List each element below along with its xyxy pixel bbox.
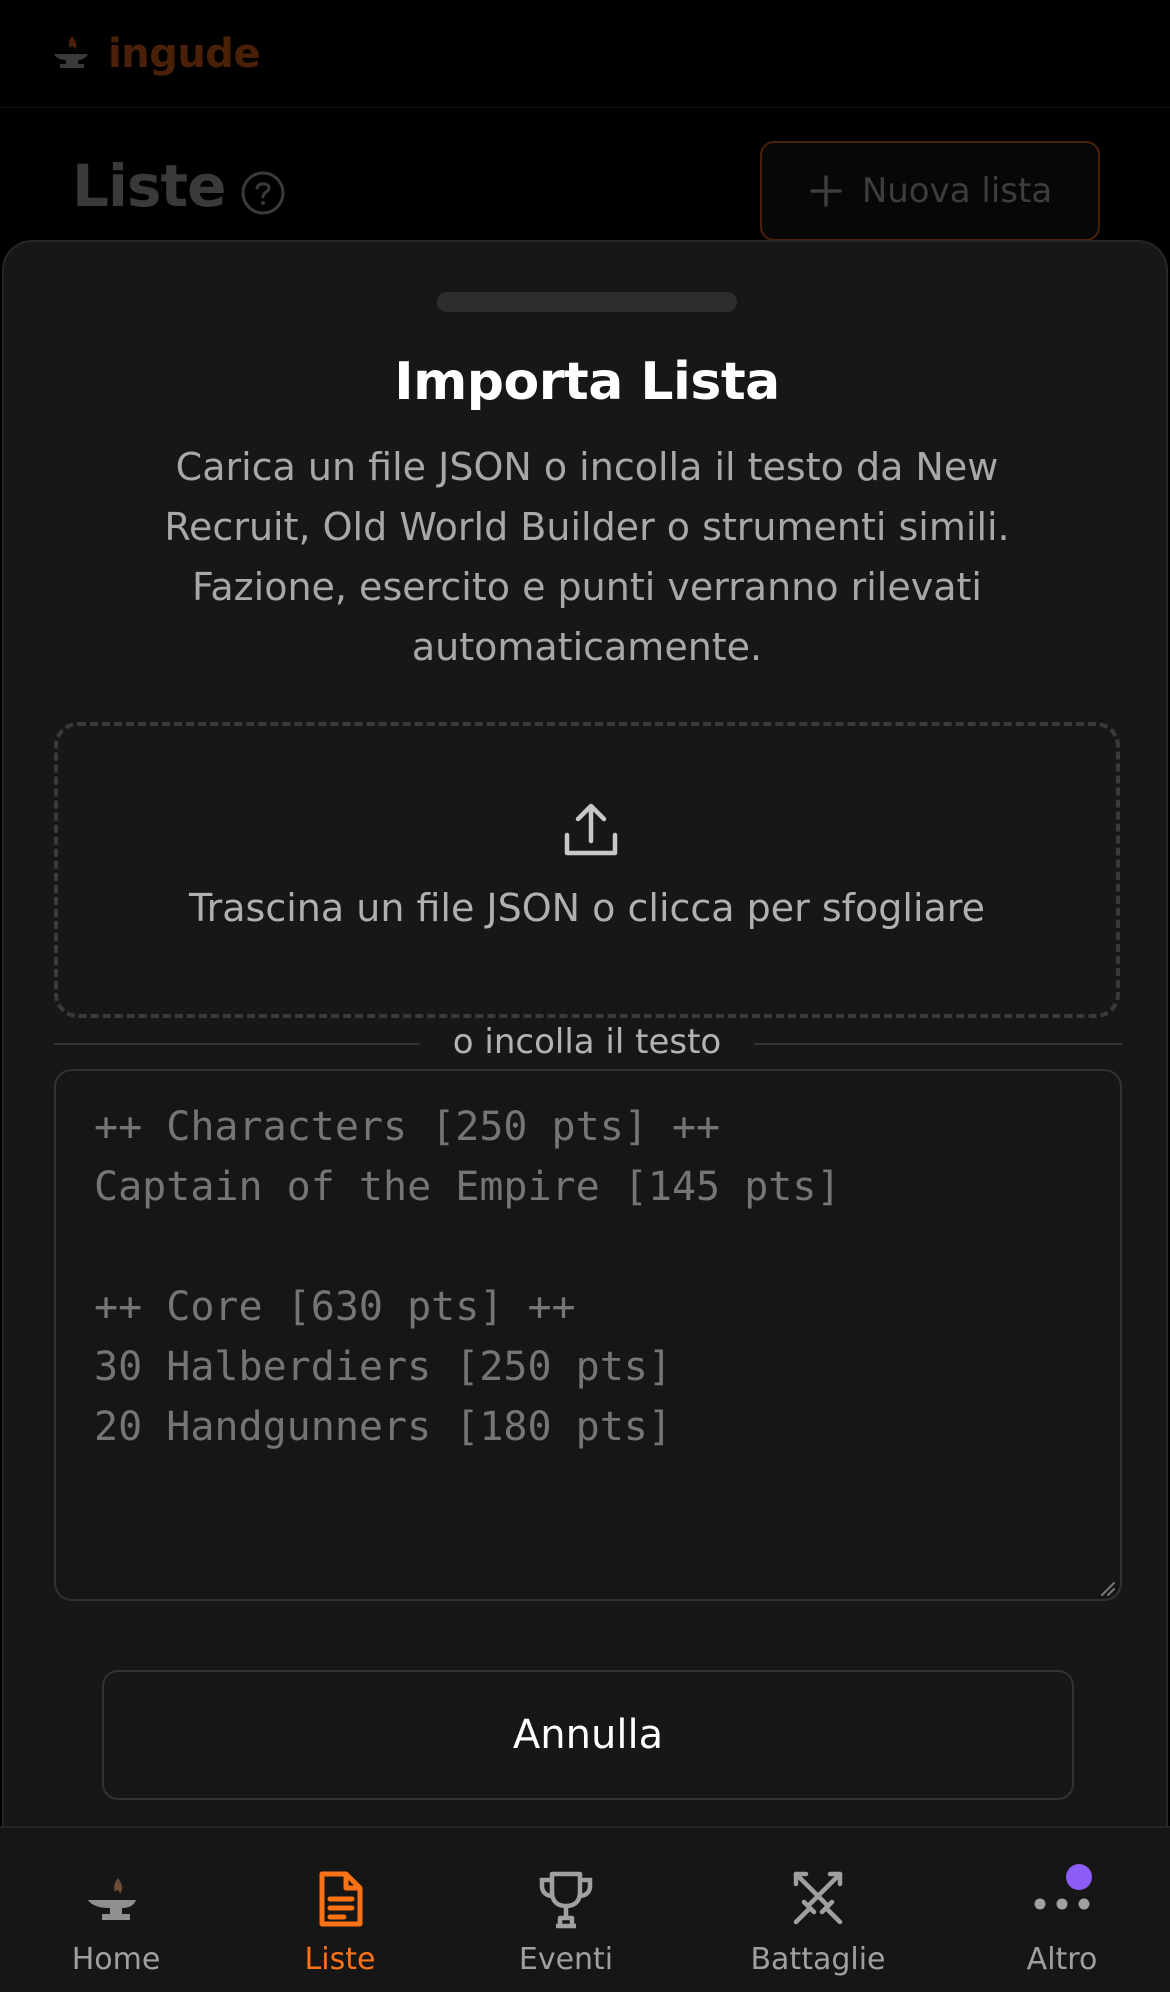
nav-label-liste: Liste xyxy=(304,1942,376,1977)
sheet-drag-handle[interactable] xyxy=(437,292,737,312)
divider-line-right xyxy=(754,1043,1122,1045)
dropzone-label: Trascina un file JSON o clicca per sfogl… xyxy=(189,886,985,930)
brand[interactable]: ingude xyxy=(48,30,261,78)
page-title: Liste xyxy=(72,152,226,220)
app-root: ingude Liste Nuova lista Importa Lista C… xyxy=(0,0,1170,1992)
top-bar: ingude xyxy=(0,0,1170,108)
question-circle-icon[interactable] xyxy=(240,170,286,216)
nav-item-eventi[interactable]: Eventi xyxy=(476,1828,656,1992)
nav-label-altro: Altro xyxy=(1026,1942,1098,1977)
sheet-description: Carica un file JSON o incolla il testo d… xyxy=(164,445,1010,669)
plus-icon xyxy=(810,175,842,207)
nav-item-battaglie[interactable]: Battaglie xyxy=(728,1828,908,1992)
nav-label-battaglie: Battaglie xyxy=(750,1942,886,1977)
sheet-title: Importa Lista xyxy=(394,352,780,412)
resize-grip-icon[interactable] xyxy=(1096,1577,1116,1597)
nav-label-eventi: Eventi xyxy=(518,1942,614,1977)
nav-item-home[interactable]: Home xyxy=(26,1828,206,1992)
json-dropzone[interactable]: Trascina un file JSON o clicca per sfogl… xyxy=(54,722,1120,1018)
trophy-icon xyxy=(539,1871,593,1929)
cancel-button[interactable]: Annulla xyxy=(102,1670,1074,1800)
upload-icon xyxy=(564,803,618,856)
import-list-sheet: Importa Lista Carica un file JSON o inco… xyxy=(2,240,1168,1860)
brand-name: ingude xyxy=(108,31,261,77)
anvil-icon xyxy=(88,1878,136,1920)
document-icon xyxy=(319,1871,363,1927)
more-dots-icon xyxy=(1030,1864,1094,1932)
divider-label: o incolla il testo xyxy=(422,1022,752,1062)
bottom-nav: Home Liste Eventi Battaglie Altro xyxy=(0,1826,1170,1992)
nav-label-home: Home xyxy=(71,1942,161,1977)
anvil-logo-icon xyxy=(54,36,88,68)
new-list-button[interactable]: Nuova lista xyxy=(760,141,1100,241)
divider-line-left xyxy=(54,1043,420,1045)
nav-item-altro[interactable]: Altro xyxy=(972,1828,1152,1992)
paste-text-area[interactable] xyxy=(54,1069,1122,1601)
notification-badge-dot xyxy=(1066,1864,1092,1890)
nav-item-liste[interactable]: Liste xyxy=(250,1828,430,1992)
new-list-label: Nuova lista xyxy=(861,171,1053,211)
crossed-swords-icon xyxy=(793,1871,843,1925)
